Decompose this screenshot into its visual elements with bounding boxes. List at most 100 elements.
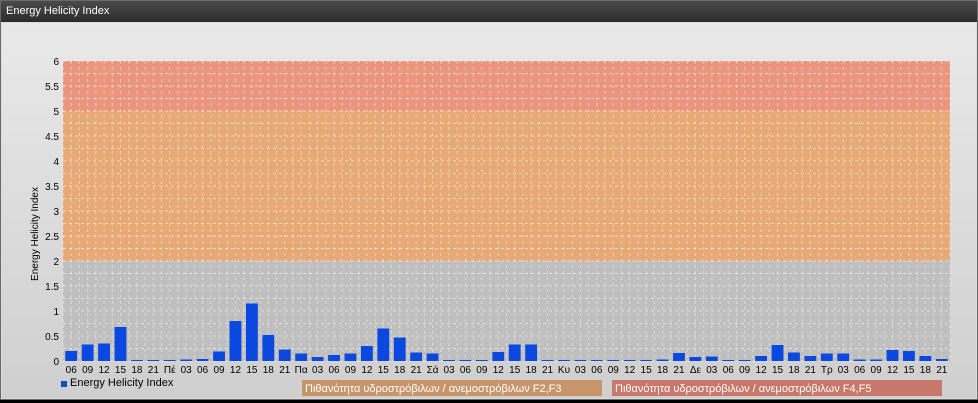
x-tick-label: 21	[411, 365, 423, 376]
x-tick-label: 03	[181, 365, 193, 376]
bar	[788, 352, 800, 361]
x-tick-label: 09	[739, 365, 751, 376]
y-tick-label: 4.5	[45, 132, 59, 143]
bar	[738, 360, 751, 361]
bar	[853, 359, 866, 361]
chart-area: 0 0.5 1 1.5 2 2.5 3 3.5 4 4.5 5 5.5 6 06 09 12 15 18 21 Πέ…	[2, 23, 976, 398]
bar	[295, 353, 308, 361]
x-tick-label: 21	[279, 365, 291, 376]
x-tick-label: 18	[788, 365, 800, 376]
x-tick-label: 18	[131, 365, 143, 376]
x-tick-label: 09	[345, 365, 357, 376]
x-tick-label: 15	[246, 365, 258, 376]
bar	[689, 357, 702, 361]
x-tick-label: 03	[575, 365, 587, 376]
x-tick-label: 06	[854, 365, 866, 376]
x-tick-label: 09	[608, 365, 620, 376]
bar	[377, 328, 390, 361]
bar	[574, 360, 587, 361]
x-tick-label: 15	[378, 365, 390, 376]
x-tick-label: 09	[476, 365, 488, 376]
chart-window: Energy Helicity Index 0 0.5 1 1.5 2 2.5 3 3.5 4 4…	[0, 0, 978, 400]
y-tick-label: 0.5	[45, 332, 59, 343]
x-tick-label: 12	[230, 365, 242, 376]
bar	[590, 360, 603, 361]
y-tick-label: 5	[53, 107, 59, 118]
x-tick-label: 15	[509, 365, 521, 376]
bar	[673, 353, 685, 361]
x-axis-ticks: 06 09 12 15 18 21 Πέ 03 06 09 12 15 18 21 Πα 03 06 09 12 15…	[66, 364, 948, 376]
x-tick-label: 15	[115, 365, 127, 376]
bar	[426, 353, 439, 361]
y-tick-label: 5.5	[45, 82, 59, 93]
x-tick-label: 12	[99, 365, 111, 376]
x-tick-label: 21	[673, 365, 685, 376]
bar	[886, 350, 899, 361]
x-tick-label: Πέ	[164, 364, 176, 376]
bar	[475, 360, 488, 361]
x-tick-label: 15	[772, 365, 784, 376]
y-tick-label: 1.5	[45, 282, 59, 293]
x-tick-label: 18	[263, 365, 275, 376]
legend-band-f4-f5-label: Πιθανότητα υδροστρόβιλων / ανεμοστρόβιλω…	[615, 383, 872, 395]
bar	[820, 353, 833, 361]
x-tick-label: 18	[657, 365, 669, 376]
x-tick-label: 18	[394, 365, 406, 376]
x-tick-label: 06	[591, 365, 603, 376]
bar	[640, 360, 653, 361]
x-tick-label: Δε	[690, 365, 702, 376]
x-tick-label: 03	[706, 365, 718, 376]
x-tick-label: 15	[903, 365, 915, 376]
bar	[541, 360, 554, 361]
bar	[935, 359, 948, 361]
x-tick-label: 21	[936, 365, 948, 376]
bar	[213, 351, 225, 361]
bar	[919, 356, 932, 361]
bar	[114, 327, 127, 361]
x-tick-label: 12	[756, 365, 768, 376]
bar	[278, 349, 291, 361]
bar	[459, 360, 472, 361]
x-tick-label: 21	[805, 365, 817, 376]
x-tick-label: 09	[871, 365, 883, 376]
legend-swatch	[61, 381, 67, 387]
bar	[262, 335, 275, 361]
x-tick-label: 06	[460, 365, 472, 376]
x-tick-label: 09	[82, 365, 94, 376]
x-tick-label: 21	[542, 365, 554, 376]
y-tick-label: 2	[53, 257, 59, 268]
x-tick-label: 03	[838, 365, 850, 376]
x-tick-label: 06	[328, 365, 340, 376]
x-tick-label: 03	[312, 365, 324, 376]
bar	[163, 360, 176, 361]
bar	[508, 344, 521, 361]
y-tick-label: 2.5	[45, 232, 59, 243]
bar	[344, 353, 357, 361]
x-tick-label: 12	[624, 365, 636, 376]
y-tick-label: 6	[53, 57, 59, 68]
bar	[328, 355, 340, 361]
x-tick-label: 15	[641, 365, 653, 376]
bar	[443, 360, 455, 361]
x-tick-label: 06	[197, 365, 209, 376]
bar	[98, 343, 110, 361]
bar	[755, 356, 768, 361]
x-tick-label: 12	[361, 365, 373, 376]
x-tick-label: Σά	[427, 364, 439, 376]
legend: Energy Helicity Index Πιθανότητα υδροστρ…	[61, 377, 942, 396]
bar	[722, 360, 735, 361]
bar	[196, 359, 209, 361]
bar	[623, 360, 636, 361]
bar	[410, 352, 423, 361]
bar	[705, 356, 718, 361]
y-tick-label: 1	[53, 307, 59, 318]
legend-series-label: Energy Helicity Index	[70, 377, 174, 389]
bar	[558, 360, 570, 361]
bar	[65, 351, 78, 361]
x-tick-label: Τρ	[821, 365, 833, 376]
x-tick-label: 21	[148, 365, 160, 376]
y-tick-label: 4	[53, 157, 59, 168]
y-axis-ticks: 0 0.5 1 1.5 2 2.5 3 3.5 4 4.5 5 5.5 6	[45, 57, 59, 368]
x-tick-label: 06	[66, 365, 78, 376]
x-tick-label: 09	[213, 365, 225, 376]
